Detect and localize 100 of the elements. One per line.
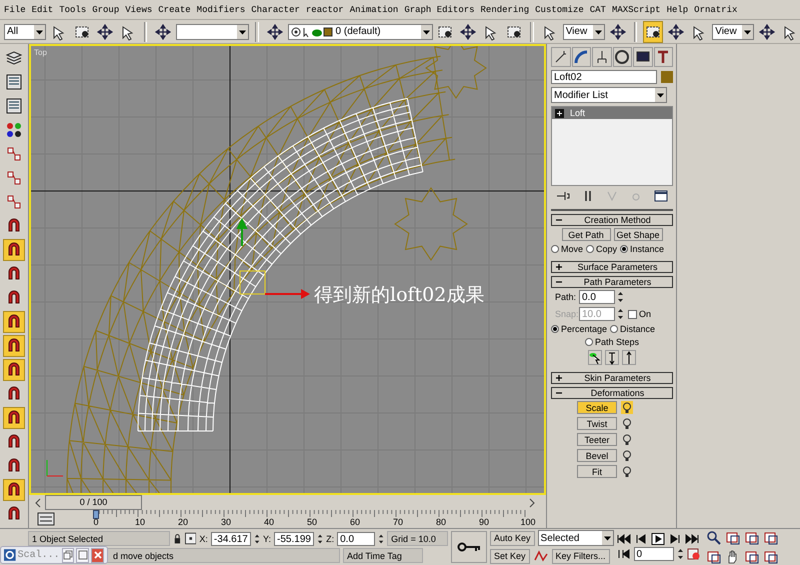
- spinner-field[interactable]: 0.0: [579, 290, 615, 304]
- menu-item[interactable]: Group: [92, 4, 120, 15]
- maximize-button[interactable]: [76, 548, 90, 562]
- toolbar-button[interactable]: [3, 239, 25, 262]
- panel-tab[interactable]: [612, 47, 632, 68]
- panel-tab[interactable]: [572, 47, 591, 68]
- auto-key-button[interactable]: Auto Key: [490, 530, 535, 546]
- transform-gizmo[interactable]: [240, 270, 266, 295]
- viewport-navigation-icon[interactable]: [744, 530, 760, 546]
- menu-item[interactable]: Character: [251, 4, 300, 15]
- panel-button[interactable]: Get Path: [562, 228, 610, 242]
- panel-tab[interactable]: [551, 47, 570, 68]
- spinner-arrows-icon[interactable]: [676, 547, 684, 562]
- curve-editor-icon[interactable]: [35, 511, 57, 528]
- current-frame-marker[interactable]: [93, 510, 99, 520]
- layer-dropdown[interactable]: 0 (default): [288, 24, 432, 40]
- menu-item[interactable]: MAXScript: [612, 4, 661, 15]
- dropdown[interactable]: View: [712, 24, 754, 40]
- current-frame-field[interactable]: 0: [634, 547, 674, 562]
- rollout-header[interactable]: Path Parameters: [551, 276, 673, 288]
- toggle-button[interactable]: [621, 417, 633, 430]
- dropdown[interactable]: All: [4, 24, 46, 40]
- rollout-header[interactable]: Creation Method: [551, 214, 673, 226]
- menu-item[interactable]: Views: [125, 4, 152, 15]
- toggle-button[interactable]: [621, 433, 633, 446]
- toggle-button[interactable]: [621, 401, 633, 414]
- radio-option[interactable]: Move: [551, 244, 584, 254]
- set-key-mode-button[interactable]: Set Key: [490, 548, 530, 564]
- stack-item[interactable]: Loft: [552, 107, 672, 120]
- next-shape-button[interactable]: [622, 350, 636, 366]
- menu-item[interactable]: Animation: [350, 4, 398, 15]
- previous-shape-button[interactable]: [605, 350, 619, 366]
- playback-icon[interactable]: [616, 533, 631, 546]
- deformation-button[interactable]: Fit: [577, 465, 617, 478]
- close-button[interactable]: [91, 548, 104, 562]
- time-slider-thumb[interactable]: 0 / 100: [45, 495, 142, 510]
- radio-option[interactable]: Instance: [620, 244, 664, 254]
- track-bar[interactable]: 0 10 20 30 40 50 60 70 80 90 100: [63, 510, 546, 528]
- object-color-swatch[interactable]: [661, 71, 673, 84]
- restore-button[interactable]: [62, 548, 74, 562]
- deformation-button[interactable]: Teeter: [577, 433, 617, 446]
- menu-item[interactable]: Rendering: [480, 4, 530, 15]
- x-coordinate-field[interactable]: -34.617: [210, 532, 251, 546]
- viewport-navigation-icon[interactable]: [762, 530, 779, 546]
- menu-item[interactable]: Customize: [535, 4, 584, 15]
- playback-icon[interactable]: [684, 533, 699, 546]
- rollout-header[interactable]: Skin Parameters: [551, 372, 673, 384]
- menu-item[interactable]: Create: [158, 4, 191, 15]
- menu-item[interactable]: File: [4, 4, 26, 15]
- deformation-button[interactable]: Twist: [577, 417, 617, 430]
- dropdown[interactable]: [176, 24, 249, 40]
- key-mode-dropdown[interactable]: Selected: [538, 530, 614, 546]
- checkbox[interactable]: On: [628, 309, 652, 320]
- lock-icon[interactable]: [173, 532, 182, 545]
- search-icon[interactable]: [706, 530, 722, 546]
- rollout-header[interactable]: Deformations: [551, 387, 673, 400]
- z-coordinate-field[interactable]: 0.0: [337, 532, 375, 546]
- key-filters-button[interactable]: Key Filters...: [552, 548, 610, 564]
- playback-icon[interactable]: [650, 533, 665, 546]
- y-coordinate-field[interactable]: -55.199: [274, 532, 314, 546]
- stack-tool-icon[interactable]: [652, 189, 669, 204]
- radio-option[interactable]: Percentage: [551, 324, 608, 334]
- viewport-navigation-icon[interactable]: [744, 548, 760, 565]
- toolbar-button[interactable]: [643, 20, 664, 43]
- menu-item[interactable]: Ornatrix: [694, 4, 738, 15]
- radio-option[interactable]: Copy: [586, 244, 618, 254]
- radio-option[interactable]: Distance: [610, 324, 656, 334]
- viewport-navigation-icon[interactable]: [762, 548, 779, 565]
- toolbar-button[interactable]: [3, 479, 25, 502]
- playback-icon[interactable]: [634, 533, 648, 546]
- playback-icon[interactable]: [668, 533, 682, 546]
- menu-item[interactable]: Edit: [32, 4, 54, 15]
- pick-button[interactable]: [588, 350, 602, 366]
- modifier-list-dropdown[interactable]: Modifier List: [551, 87, 667, 104]
- toolbar-button[interactable]: [3, 407, 25, 430]
- panel-tab[interactable]: [654, 47, 673, 68]
- time-configuration-icon[interactable]: [686, 547, 701, 562]
- deformation-button[interactable]: Bevel: [577, 449, 617, 462]
- toolbar-button[interactable]: [3, 335, 25, 358]
- viewport-navigation-icon[interactable]: [724, 530, 741, 546]
- rollout-header[interactable]: Surface Parameters: [551, 261, 673, 274]
- toolbar-button[interactable]: [3, 359, 25, 382]
- toggle-button[interactable]: [621, 465, 633, 478]
- set-key-button[interactable]: [451, 531, 487, 564]
- deformation-button[interactable]: Scale: [577, 401, 617, 414]
- transform-mode-icon[interactable]: [184, 532, 196, 546]
- spinner-arrows-icon[interactable]: [617, 290, 624, 304]
- radio-option[interactable]: Path Steps: [584, 337, 640, 348]
- dropdown[interactable]: View: [562, 24, 605, 40]
- object-name-field[interactable]: Loft02: [551, 70, 657, 84]
- panel-button[interactable]: Get Shape: [614, 228, 662, 242]
- menu-item[interactable]: reactor: [306, 4, 344, 15]
- panel-tab[interactable]: [633, 47, 652, 68]
- toolbar-button[interactable]: [3, 311, 25, 334]
- key-mode-icon[interactable]: [616, 548, 631, 560]
- viewport-navigation-icon[interactable]: [706, 548, 722, 565]
- toggle-button[interactable]: [621, 449, 633, 462]
- menu-item[interactable]: Graph Editors: [404, 4, 475, 15]
- menu-item[interactable]: Modifiers: [196, 4, 246, 15]
- panel-tab[interactable]: [592, 47, 612, 68]
